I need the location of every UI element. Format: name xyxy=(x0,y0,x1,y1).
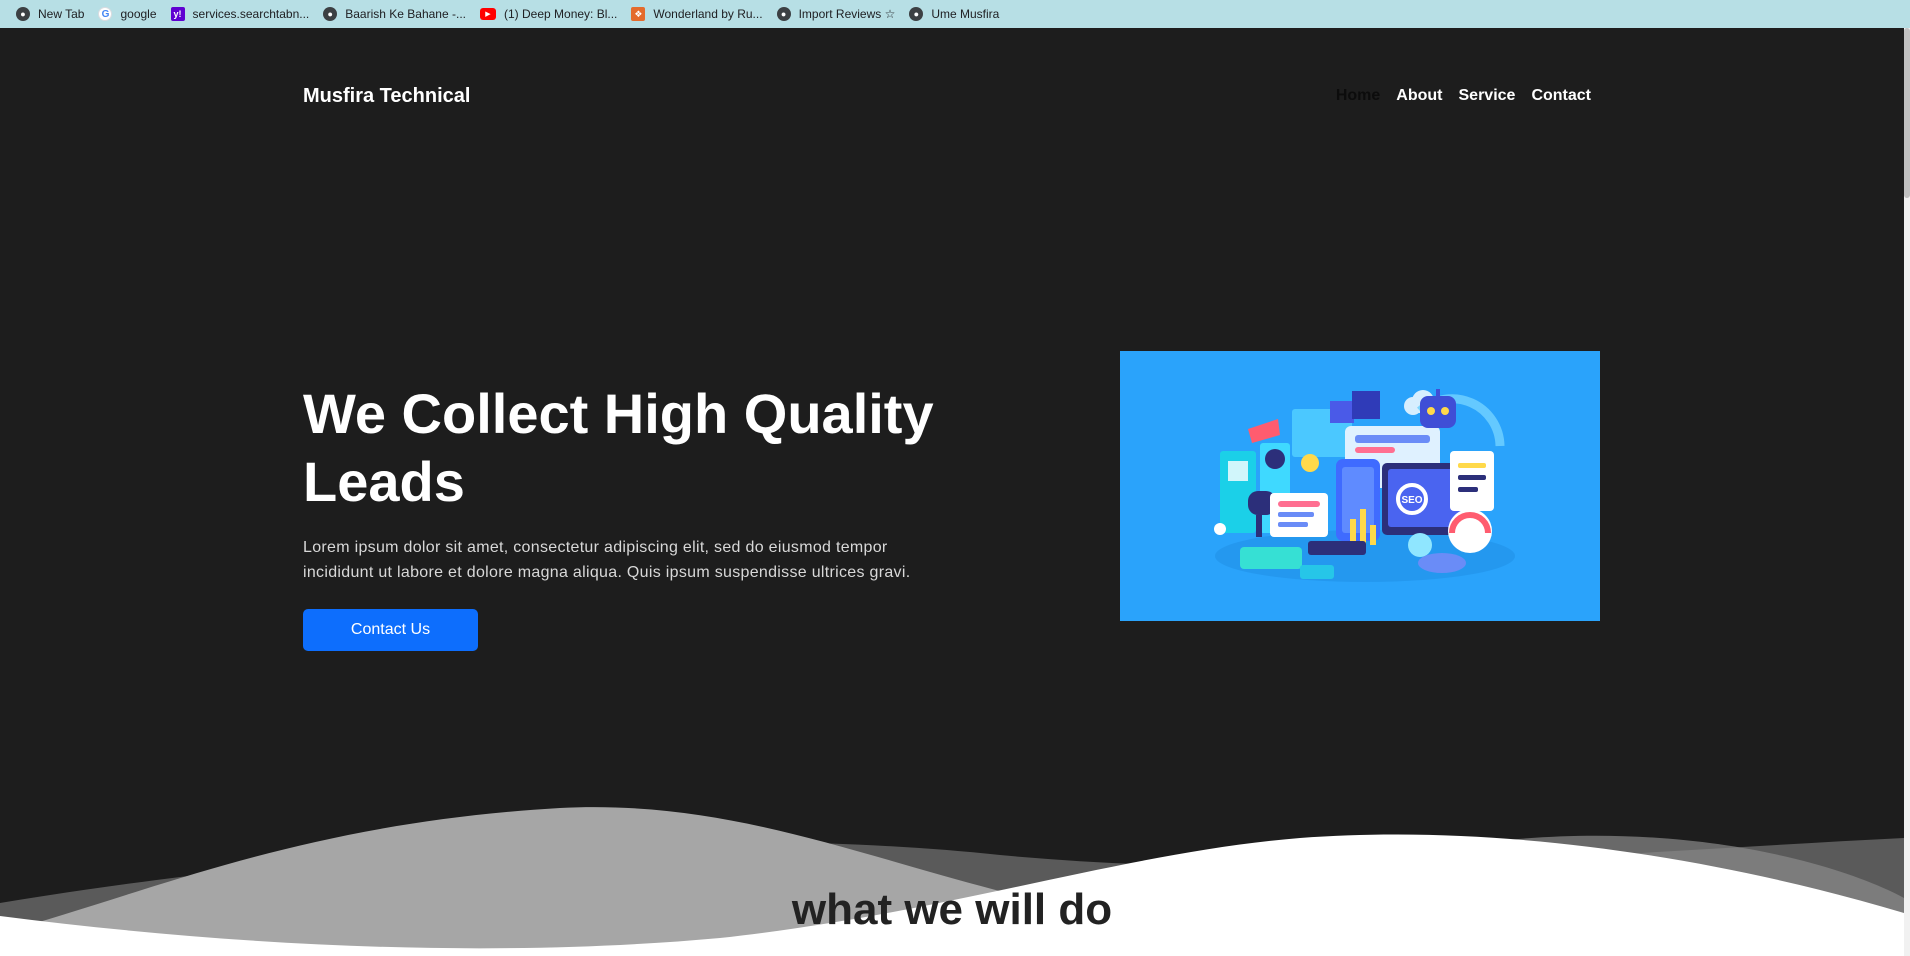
hero-illustration: SEO xyxy=(1120,351,1600,621)
yahoo-icon: y! xyxy=(170,7,185,21)
bookmarks-bar: ● New Tab G google y! services.searchtab… xyxy=(0,0,1910,28)
bookmark-ume-musfira[interactable]: ● Ume Musfira xyxy=(905,3,1009,25)
nav-service[interactable]: Service xyxy=(1459,87,1516,105)
digital-marketing-illustration: SEO xyxy=(1214,389,1515,582)
globe-icon: ● xyxy=(909,7,924,21)
main-nav: Home About Service Contact xyxy=(1336,87,1591,105)
wonderland-icon: ❖ xyxy=(631,7,646,21)
bookmark-deep-money[interactable]: ▶ (1) Deep Money: Bl... xyxy=(476,3,627,25)
globe-icon: ● xyxy=(323,7,338,21)
hero-section: Musfira Technical Home About Service Con… xyxy=(0,28,1904,956)
contact-us-button[interactable]: Contact Us xyxy=(303,609,478,651)
bookmark-new-tab[interactable]: ● New Tab xyxy=(12,3,94,25)
bookmark-label: Import Reviews ☆ xyxy=(798,7,896,21)
seo-badge: SEO xyxy=(1401,495,1422,506)
youtube-icon: ▶ xyxy=(480,8,496,20)
bookmark-baarish[interactable]: ● Baarish Ke Bahane -... xyxy=(319,3,476,25)
bookmark-import-reviews[interactable]: ● Import Reviews ☆ xyxy=(773,3,906,25)
bookmark-label: Baarish Ke Bahane -... xyxy=(345,7,466,21)
scrollbar-thumb[interactable] xyxy=(1904,28,1910,198)
hero-headline: We Collect High Quality Leads xyxy=(303,382,934,513)
nav-contact[interactable]: Contact xyxy=(1531,87,1591,105)
globe-icon: ● xyxy=(16,7,30,21)
bookmark-label: New Tab xyxy=(38,7,85,21)
bookmark-label: (1) Deep Money: Bl... xyxy=(504,7,618,21)
bookmark-wonderland[interactable]: ❖ Wonderland by Ru... xyxy=(627,3,772,25)
bookmark-label: Ume Musfira xyxy=(931,7,1000,21)
google-icon: G xyxy=(98,7,113,21)
nav-home[interactable]: Home xyxy=(1336,87,1380,105)
bookmark-google[interactable]: G google xyxy=(94,3,166,25)
bookmark-label: google xyxy=(120,7,157,21)
globe-icon: ● xyxy=(776,7,791,21)
brand-logo[interactable]: Musfira Technical xyxy=(303,85,470,108)
hero-lead-text: Lorem ipsum dolor sit amet, consectetur … xyxy=(303,539,911,581)
bookmark-searchtab[interactable]: y! services.searchtabn... xyxy=(167,3,320,25)
bookmark-label: services.searchtabn... xyxy=(192,7,310,21)
section-title: what we will do xyxy=(791,885,1113,934)
bookmark-label: Wonderland by Ru... xyxy=(653,7,763,21)
nav-about[interactable]: About xyxy=(1396,87,1442,105)
